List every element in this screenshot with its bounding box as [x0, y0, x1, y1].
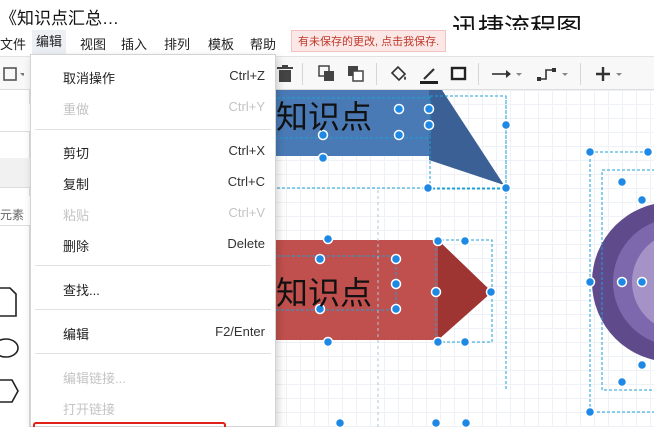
waypoint-icon[interactable]: [536, 63, 570, 85]
menu-insert[interactable]: 插入: [121, 34, 147, 53]
menu-divider: [35, 265, 271, 266]
toolbar-divider: [478, 63, 479, 85]
paste-label: 粘贴: [63, 208, 90, 223]
send-to-back-icon[interactable]: [345, 63, 367, 85]
menu-arrange[interactable]: 排列: [164, 34, 190, 53]
ellipse-shape-icon[interactable]: [0, 336, 20, 365]
shapes-section-label[interactable]: 元素: [0, 206, 24, 223]
menu-item-find[interactable]: 查找...: [31, 273, 275, 303]
shadow-icon[interactable]: [448, 63, 470, 85]
diagram-canvas[interactable]: 知识点 知识点: [272, 90, 654, 427]
edit-menu-dropdown: 取消操作 Ctrl+Z 重做 Ctrl+Y 剪切 Ctrl+X 复制 Ctrl+…: [30, 54, 276, 427]
shape-text-2[interactable]: 知识点: [276, 268, 372, 314]
menu-item-delete[interactable]: 删除 Delete: [31, 229, 275, 259]
edit-shortcut: F2/Enter: [215, 324, 265, 339]
title-bar: 《知识点汇总… 迅捷流程图: [0, 0, 654, 43]
menu-divider: [35, 309, 271, 310]
cut-shortcut: Ctrl+X: [228, 143, 265, 158]
menu-template[interactable]: 模板: [208, 34, 234, 53]
menu-edit[interactable]: 编辑: [32, 30, 67, 54]
cut-label: 剪切: [63, 146, 90, 161]
menu-item-edit[interactable]: 编辑 F2/Enter: [31, 317, 275, 347]
edit-label: 编辑: [63, 327, 90, 342]
delete-label: 删除: [63, 239, 90, 254]
add-icon[interactable]: [592, 63, 626, 85]
document-title[interactable]: 《知识点汇总…: [0, 4, 119, 29]
toolbar-divider: [376, 63, 377, 85]
edit-link-label: 编辑链接...: [63, 371, 126, 386]
menu-divider: [35, 353, 271, 354]
open-link-label: 打开链接: [63, 402, 116, 417]
copy-label: 复制: [63, 177, 90, 192]
menu-item-undo[interactable]: 取消操作 Ctrl+Z: [31, 61, 275, 91]
fill-color-icon[interactable]: [388, 63, 410, 85]
bring-to-front-icon[interactable]: [316, 63, 338, 85]
menu-file[interactable]: 文件: [0, 34, 26, 53]
find-label: 查找...: [63, 283, 100, 298]
menu-item-cut[interactable]: 剪切 Ctrl+X: [31, 136, 275, 166]
document-shape-icon[interactable]: [0, 286, 18, 325]
toolbar-divider: [580, 63, 581, 85]
connector-style-icon[interactable]: [490, 63, 524, 85]
paste-shortcut: Ctrl+V: [228, 205, 265, 220]
highlight-box: [33, 422, 226, 427]
menu-divider: [35, 129, 271, 130]
menu-item-copy[interactable]: 复制 Ctrl+C: [31, 167, 275, 197]
undo-label: 取消操作: [63, 71, 116, 86]
trash-icon[interactable]: [274, 63, 296, 85]
unsaved-changes-button[interactable]: 有未保存的更改, 点击我保存.: [291, 30, 447, 52]
menu-item-paste[interactable]: 粘贴 Ctrl+V: [31, 198, 275, 228]
search-box[interactable]: [0, 104, 30, 132]
delete-shortcut: Delete: [227, 236, 265, 251]
menu-view[interactable]: 视图: [80, 34, 106, 53]
shapes-panel: 元素: [0, 90, 30, 427]
diagram-shapes[interactable]: [272, 90, 654, 427]
panel-section-header[interactable]: [0, 158, 30, 188]
menu-item-redo[interactable]: 重做 Ctrl+Y: [31, 92, 275, 122]
toolbar-divider: [302, 63, 303, 85]
redo-label: 重做: [63, 102, 90, 117]
undo-shortcut: Ctrl+Z: [229, 68, 265, 83]
redo-shortcut: Ctrl+Y: [228, 99, 265, 114]
line-color-icon[interactable]: [418, 63, 440, 85]
format-panel-icon[interactable]: [2, 63, 26, 85]
menu-help[interactable]: 帮助: [250, 34, 276, 53]
hexagon-shape-icon[interactable]: [0, 378, 20, 409]
menu-item-open-link[interactable]: 打开链接: [31, 392, 275, 422]
menu-item-edit-link[interactable]: 编辑链接...: [31, 361, 275, 391]
shape-text-1[interactable]: 知识点: [276, 92, 372, 138]
copy-shortcut: Ctrl+C: [227, 174, 265, 189]
